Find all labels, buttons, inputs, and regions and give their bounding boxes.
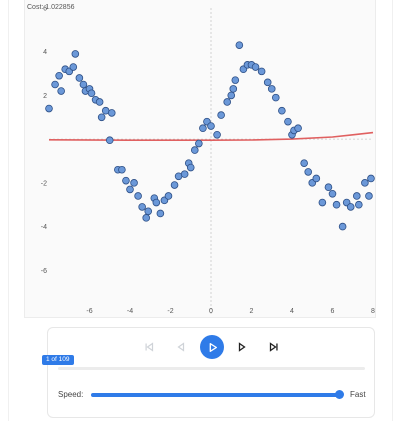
data-point <box>199 124 207 133</box>
data-point <box>79 80 88 89</box>
data-point <box>195 139 203 148</box>
data-point <box>75 74 84 82</box>
data-point <box>346 203 355 211</box>
data-point <box>251 63 260 71</box>
data-point <box>134 192 142 200</box>
data-point <box>207 122 215 130</box>
data-point <box>284 117 292 126</box>
data-point <box>229 85 238 93</box>
chart-ticks: -6 -4 -2 0 2 4 6 8 6 4 2 -2 -4 -6 <box>41 6 375 316</box>
step-forward-button[interactable] <box>236 341 248 353</box>
skip-to-end-button[interactable] <box>268 341 280 353</box>
y-tick-label: 4 <box>43 49 47 56</box>
x-tick-label: 4 <box>290 308 294 315</box>
data-point <box>130 179 138 187</box>
y-tick-label: -2 <box>41 180 47 187</box>
skip-forward-icon <box>269 342 278 352</box>
x-tick-label: 8 <box>371 308 375 315</box>
data-point <box>170 181 179 189</box>
data-point <box>107 109 116 117</box>
x-tick-label: -2 <box>167 308 173 315</box>
x-tick-label: 0 <box>209 308 213 315</box>
step-forward-icon <box>238 342 246 352</box>
chart-grid <box>49 8 373 314</box>
speed-slider-track[interactable] <box>91 393 342 397</box>
data-point <box>328 189 337 198</box>
data-point <box>267 85 276 93</box>
data-point <box>87 89 96 98</box>
data-point <box>186 163 195 172</box>
data-point <box>352 192 361 200</box>
data-point <box>365 192 373 200</box>
data-point <box>231 76 240 84</box>
data-point <box>257 67 266 76</box>
step-back-button[interactable] <box>175 341 187 353</box>
data-point <box>271 93 280 102</box>
y-tick-label: 6 <box>43 6 47 13</box>
x-tick-label: 2 <box>250 308 254 315</box>
data-point <box>122 176 130 185</box>
fast-label: Fast <box>350 390 366 399</box>
data-point <box>278 106 286 115</box>
skip-back-icon <box>145 342 154 352</box>
skip-to-start-button[interactable] <box>143 341 155 353</box>
data-point <box>355 200 363 209</box>
data-point <box>318 198 327 207</box>
data-point <box>71 50 80 58</box>
x-tick-label: -6 <box>86 308 92 315</box>
frame-progress-bar[interactable] <box>58 367 365 370</box>
data-point <box>304 168 313 176</box>
data-point <box>105 136 114 145</box>
play-button[interactable] <box>200 335 224 359</box>
data-point <box>138 203 146 211</box>
y-tick-label: -6 <box>41 268 47 275</box>
data-point <box>191 146 199 154</box>
data-point <box>227 91 236 100</box>
data-point <box>164 192 173 200</box>
data-point <box>180 170 189 178</box>
data-point <box>338 222 347 231</box>
y-tick-label: 2 <box>43 93 47 100</box>
speed-slider-thumb[interactable] <box>335 390 344 399</box>
data-point <box>294 124 302 133</box>
data-point <box>142 214 151 222</box>
data-point <box>45 104 53 113</box>
data-point <box>51 80 59 89</box>
data-points-layer <box>45 41 375 231</box>
scatter-chart: -6 -4 -2 0 2 4 6 8 6 4 2 -2 -4 -6 <box>41 6 375 316</box>
x-tick-label: -4 <box>127 308 133 315</box>
play-icon <box>209 342 217 352</box>
data-point <box>312 174 321 183</box>
data-point <box>156 209 165 218</box>
data-point <box>217 111 225 119</box>
data-point <box>367 174 375 183</box>
data-point <box>223 98 232 106</box>
data-point <box>126 185 134 194</box>
data-point <box>300 159 308 167</box>
data-point <box>361 179 369 187</box>
step-back-icon <box>177 342 185 352</box>
data-point <box>235 41 244 49</box>
data-point <box>69 63 78 71</box>
data-point <box>152 198 161 207</box>
data-point <box>95 98 104 106</box>
data-point <box>263 78 272 87</box>
data-point <box>324 183 333 192</box>
data-point <box>97 113 106 122</box>
data-point <box>332 200 341 209</box>
data-point <box>57 87 65 95</box>
data-point <box>118 165 126 174</box>
y-tick-label: -4 <box>41 224 47 231</box>
data-point <box>213 130 221 139</box>
data-point <box>144 207 153 216</box>
frame-counter-badge: 1 of 109 <box>42 355 74 365</box>
data-point <box>55 71 63 80</box>
x-tick-label: 6 <box>331 308 335 315</box>
speed-label: Speed: <box>58 390 84 399</box>
